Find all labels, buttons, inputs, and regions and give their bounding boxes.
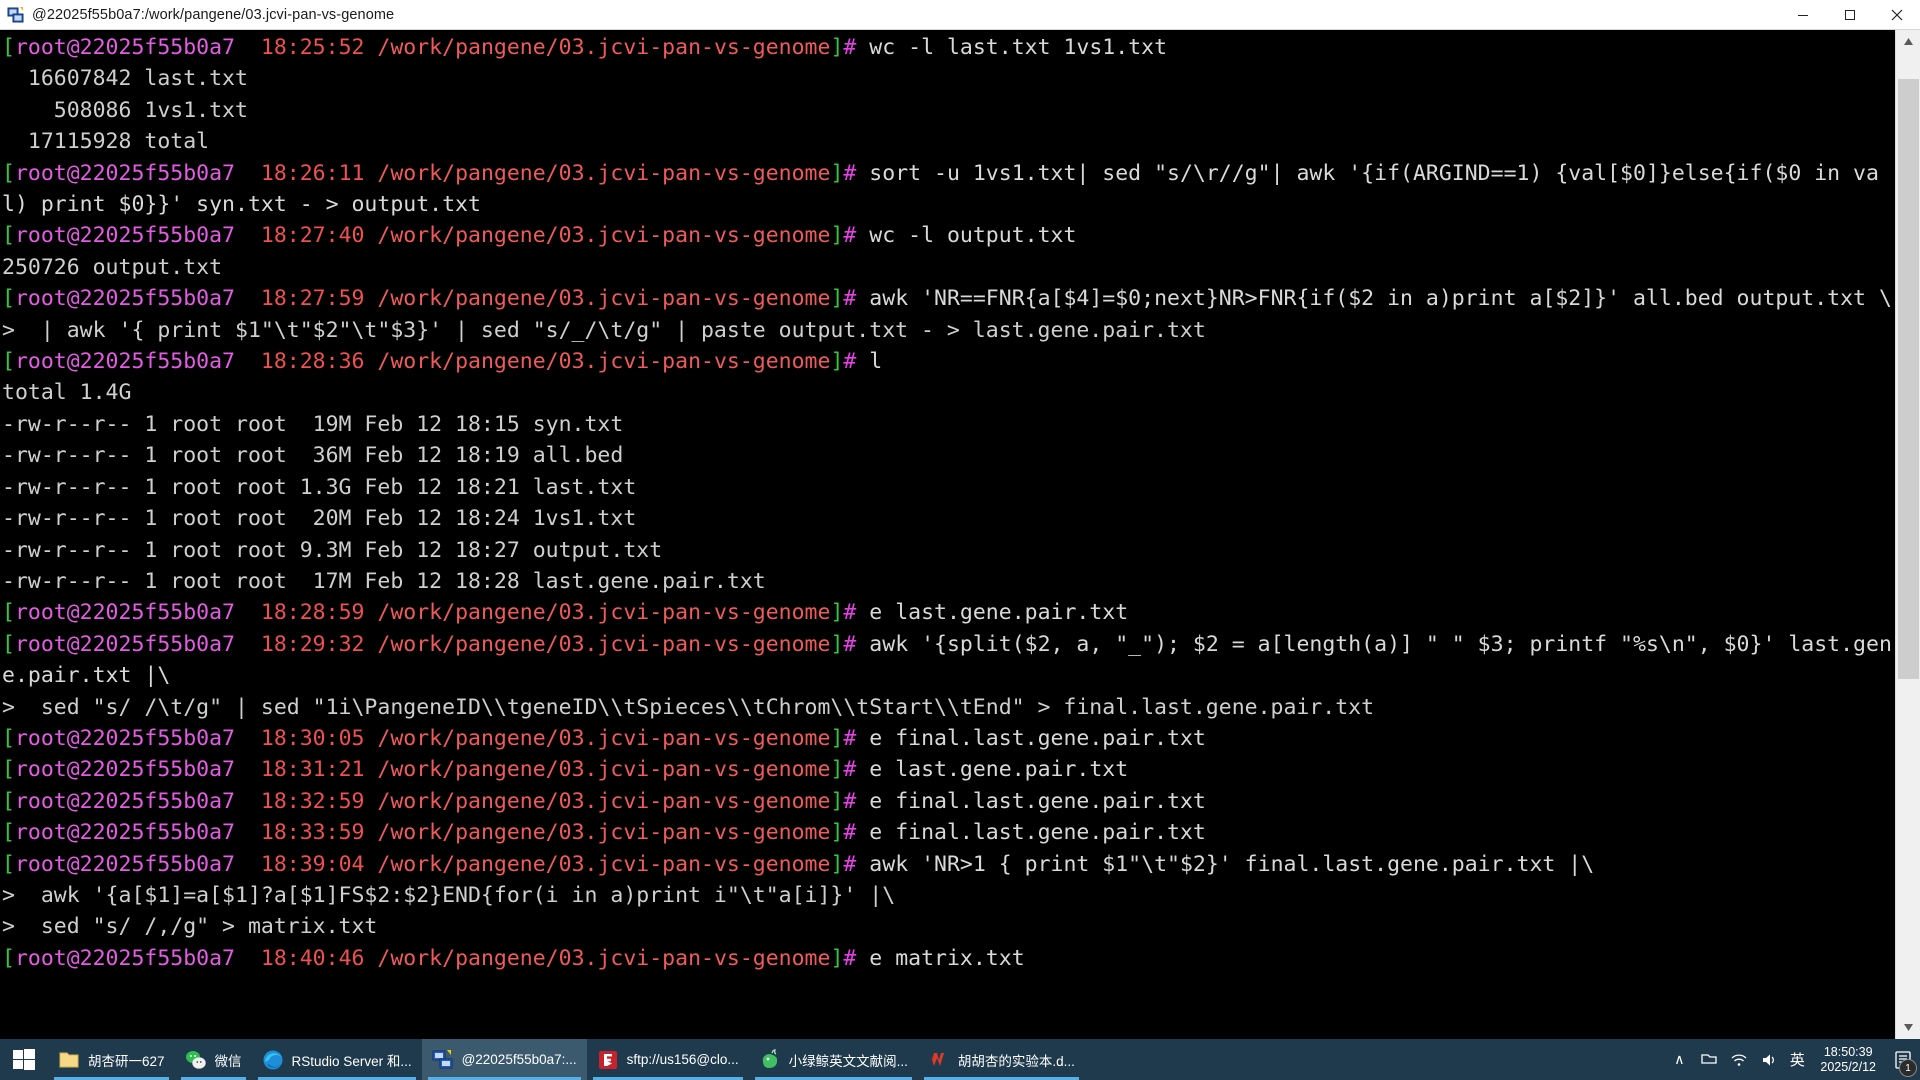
scrollbar-track[interactable] (1896, 53, 1920, 1016)
chevron-up-icon[interactable]: ∧ (1664, 1039, 1694, 1080)
taskbar-item-filezilla[interactable]: sftp://us156@clo... (587, 1039, 749, 1080)
edge-browser-icon (262, 1049, 284, 1071)
onedrive-icon[interactable] (1694, 1039, 1724, 1080)
window-title-bar[interactable]: @22025f55b0a7:/work/pangene/03.jcvi-pan-… (0, 0, 1920, 30)
taskbar-item-terminal[interactable]: @22025f55b0a7:... (421, 1039, 587, 1080)
scrollbar-thumb[interactable] (1898, 79, 1919, 679)
clock-time: 18:50:39 (1823, 1044, 1873, 1059)
volume-icon[interactable] (1754, 1039, 1784, 1080)
minimize-button[interactable] (1779, 0, 1826, 30)
clock-date: 2025/2/12 (1820, 1059, 1876, 1074)
ime-label: 英 (1789, 1052, 1805, 1069)
folder-icon (58, 1049, 80, 1071)
taskbar-item-wechat[interactable]: 微信 (175, 1039, 252, 1080)
terminal-app-icon (7, 6, 25, 24)
scroll-down-arrow[interactable] (1896, 1016, 1920, 1039)
notification-badge: 1 (1899, 1059, 1917, 1077)
chevron-up-glyph: ∧ (1674, 1051, 1685, 1067)
taskbar-item-folder[interactable]: 胡杏研一627 (48, 1039, 175, 1080)
clock[interactable]: 18:50:39 2025/2/12 (1810, 1039, 1886, 1080)
taskbar-item-wps-writer[interactable]: 胡胡杏的实验本.d... (918, 1039, 1085, 1080)
notification-center-button[interactable]: 1 (1886, 1039, 1920, 1080)
scroll-up-arrow[interactable] (1896, 30, 1920, 53)
window-title: @22025f55b0a7:/work/pangene/03.jcvi-pan-… (32, 6, 395, 23)
whale-reader-icon (759, 1048, 781, 1071)
taskbar-item-rstudio-edge[interactable]: RStudio Server 和... (252, 1039, 422, 1080)
taskbar-item-label: sftp://us156@clo... (626, 1052, 739, 1067)
taskbar-item-label: 微信 (214, 1053, 242, 1069)
terminal-screen[interactable]: [root@22025f55b0a7 18:25:52 /work/pangen… (0, 30, 1920, 1039)
network-icon[interactable] (1724, 1039, 1754, 1080)
filezilla-icon (597, 1049, 619, 1071)
terminal-output[interactable]: [root@22025f55b0a7 18:25:52 /work/pangen… (0, 32, 1895, 974)
terminal-scrollbar[interactable] (1895, 30, 1920, 1039)
taskbar-item-label: @22025f55b0a7:... (461, 1052, 577, 1067)
start-button[interactable] (0, 1039, 48, 1080)
wps-writer-icon (928, 1049, 950, 1071)
taskbar-item-label: 胡胡杏的实验本.d... (957, 1053, 1075, 1069)
taskbar-item-whale-reader[interactable]: 小绿鲸英文文献阅... (749, 1039, 918, 1080)
maximize-button[interactable] (1826, 0, 1873, 30)
close-button[interactable] (1873, 0, 1920, 30)
ime-indicator[interactable]: 英 (1784, 1039, 1810, 1080)
terminal-app-icon (432, 1049, 454, 1071)
windows-taskbar[interactable]: 胡杏研一627 微信 RStudio Server 和... @22025f55… (0, 1039, 1920, 1080)
taskbar-item-label: 小绿鲸英文文献阅... (788, 1053, 908, 1069)
system-tray[interactable]: ∧ 英 18:50:39 2025/2/12 1 (1664, 1039, 1920, 1080)
taskbar-item-label: RStudio Server 和... (291, 1053, 412, 1069)
taskbar-item-label: 胡杏研一627 (88, 1053, 165, 1069)
wechat-icon (185, 1049, 207, 1071)
